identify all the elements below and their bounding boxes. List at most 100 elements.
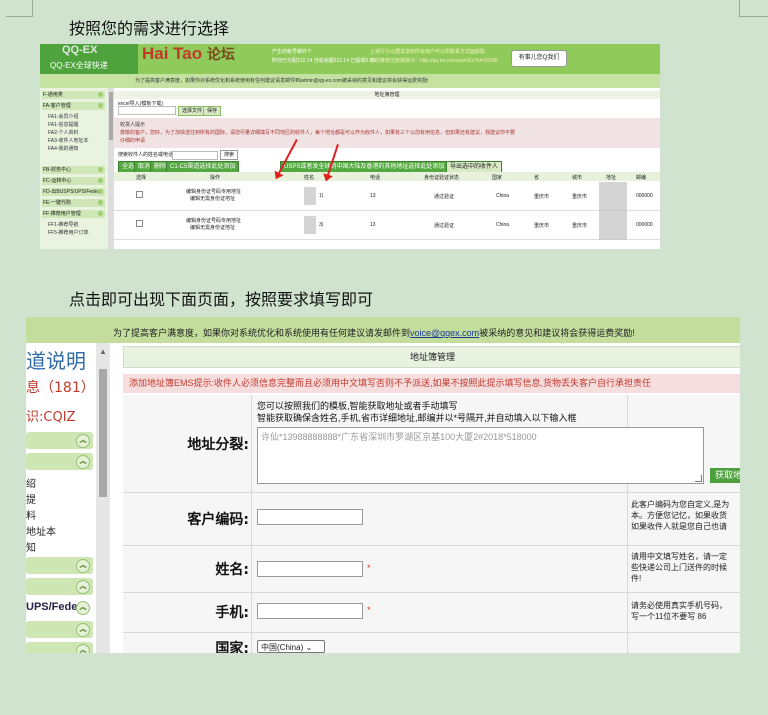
sidebar-item[interactable]: FA4-我的通知: [48, 145, 79, 152]
sidebar-group[interactable]: ︽: [26, 578, 93, 595]
customer-code-input[interactable]: [257, 509, 363, 525]
scroll-up-icon[interactable]: ▲: [99, 347, 107, 356]
note-line: 请务必使用真实手机号码，: [631, 601, 727, 610]
notice-box: 收货人提示 尊敬的客户，您好，为了加快送往到所有的国际，请您尽量详细填写不同地区…: [114, 118, 660, 148]
channel-info-title[interactable]: 道说明: [26, 345, 86, 374]
note-line: 些快递公司上门送件的时候: [631, 563, 727, 572]
table-row[interactable]: 编辑身份证号码专用地址 编辑无需身份证地址 3) 13 通过验证 China 重…: [114, 211, 660, 240]
cell-zip: 000000: [636, 222, 653, 228]
referral-link[interactable]: 您的推荐注册链接为：http://qq-ex.com/user/Ex?id=20…: [370, 57, 498, 66]
name-input[interactable]: [257, 561, 363, 577]
chevron-up-icon: ︽: [76, 644, 90, 653]
country-select[interactable]: 中国(China) ⌄: [257, 640, 325, 653]
table-header: 选择 操作 姓名 电话 身份证验证状态 国家 省 城市 地址 邮编: [114, 172, 660, 181]
chevron-up-icon: ︽: [76, 434, 90, 448]
sidebar-scrollbar[interactable]: ▲: [96, 343, 110, 653]
sidebar-item[interactable]: 料: [26, 507, 36, 522]
sidebar-item[interactable]: 地址本: [26, 523, 56, 538]
resize-grip-icon[interactable]: [695, 475, 702, 482]
cell-name: 3): [319, 222, 324, 228]
column-header: 城市: [572, 175, 583, 181]
edit-link[interactable]: 编辑无需身份证地址: [190, 224, 235, 231]
grid-line: [123, 632, 740, 633]
column-header: 操作: [210, 175, 221, 181]
country-value: 中国(China): [261, 643, 304, 652]
address-split-textarea[interactable]: 许仙*13988888888*广东省深圳市罗湖区京基100大厦2#2018*51…: [257, 427, 704, 484]
sidebar-group[interactable]: FF-推荐用户管理: [42, 210, 105, 218]
country-label: 国家:: [215, 641, 249, 653]
file-input[interactable]: [118, 106, 176, 115]
sidebar-group[interactable]: F-通用类: [42, 91, 105, 99]
name-note: 请用中文填写姓名，请一定 些快递公司上门送件的时候 件!: [631, 551, 740, 584]
cell-phone: 13: [370, 222, 376, 228]
sidebar-group-usps[interactable]: UPS/Fedex ︽: [26, 599, 93, 616]
feedback-text: 为了提高客户满意度，如果你对系统优化和系统使用有任何建议请发邮件到admin@q…: [135, 78, 429, 84]
sidebar-group[interactable]: ︽: [26, 621, 93, 638]
chevron-up-icon: ︽: [76, 580, 90, 594]
sidebar-item[interactable]: FF1-推荐导航: [48, 221, 79, 228]
cell-province: 重庆市: [534, 194, 550, 200]
sidebar-group[interactable]: ︽: [26, 432, 93, 449]
sidebar-group[interactable]: FA-客户管理: [42, 102, 105, 110]
edit-link[interactable]: 编辑身份证号码专用地址: [186, 188, 241, 195]
note-line: 本。方便您记忆，如果收货: [631, 511, 727, 520]
grid-line: [123, 592, 740, 593]
page-corner-mark-left: [6, 0, 33, 17]
feedback-bar: 为了提高客户满意度，如果你对系统优化和系统使用有任何建议请发邮件到voice@q…: [26, 317, 740, 343]
screenshot-add-address-form: 为了提高客户满意度，如果你对系统优化和系统使用有任何建议请发邮件到voice@q…: [26, 317, 740, 653]
search-button[interactable]: 搜索: [220, 150, 239, 160]
message-count[interactable]: 息（181）: [26, 377, 95, 397]
select-file-button[interactable]: 选择文件: [178, 106, 207, 116]
sidebar-group[interactable]: FC-运转中心: [42, 177, 105, 185]
search-input[interactable]: [172, 151, 218, 160]
blurred-name: [304, 216, 316, 234]
sidebar-group[interactable]: FB-财务中心: [42, 166, 105, 174]
screenshot-address-list: QQ-EX QQ-EX全球快递 Hai Tao 论坛 产生的帐号邮件个 昨日已分…: [40, 44, 660, 249]
column-header: 姓名: [304, 175, 315, 181]
row-checkbox[interactable]: [136, 191, 143, 198]
stat-line: 产生的帐号邮件个: [272, 49, 313, 55]
notice-heading: 收货人提示: [120, 122, 146, 128]
sidebar-item[interactable]: FA3-收件人地址本: [48, 137, 89, 144]
customer-code-note: 此客户编码为您自定义,是为 本。方便您记忆，如果收货 如果收件人就是您自己也请: [631, 499, 740, 532]
edit-link[interactable]: 编辑无需身份证地址: [190, 195, 235, 202]
note-line: 此客户编码为您自定义,是为: [631, 500, 730, 509]
feedback-text-pre: 为了提高客户满意度，如果你对系统优化和系统使用有任何建议请发邮件到: [113, 328, 411, 338]
sidebar-group[interactable]: FE-一键代购: [42, 199, 105, 207]
cell-status: 通过验证: [434, 223, 455, 229]
sidebar-item[interactable]: 绍: [26, 475, 36, 490]
phone-input[interactable]: [257, 603, 363, 619]
blurred-address: [599, 182, 627, 240]
page-title: 地址簿管理: [123, 346, 740, 368]
ems-notice: 添加地址簿EMS提示:收件人必须信息完整而且必须用中文填写否则不予派送,如果不按…: [123, 374, 740, 393]
cell-city: 重庆市: [572, 223, 588, 229]
save-button[interactable]: 保存: [203, 106, 222, 116]
sidebar-item[interactable]: FA1-会员介绍: [48, 113, 79, 120]
main-panel: 地址簿管理 添加地址簿EMS提示:收件人必须信息完整而且必须用中文填写否则不予派…: [110, 343, 740, 653]
edit-link[interactable]: 编辑身份证号码专用地址: [186, 217, 241, 224]
split-hint: 智能获取确保含姓名,手机,省市详细地址,邮编并以*号隔开,并自动填入以下输入框: [257, 413, 577, 423]
sidebar-item[interactable]: FA1-信息提醒: [48, 121, 79, 128]
sidebar-group[interactable]: ︽: [26, 642, 93, 653]
customer-code-label: 客户编码:: [187, 512, 249, 528]
sidebar-group[interactable]: ︽: [26, 453, 93, 470]
sidebar-item[interactable]: FF5-推荐用户订单: [48, 229, 89, 236]
row-checkbox[interactable]: [136, 220, 143, 227]
sidebar-group-label: UPS/Fedex: [26, 601, 84, 613]
note-line: 写一个11位不要写 86: [631, 612, 707, 621]
sidebar-item[interactable]: 知: [26, 539, 36, 554]
sidebar-group[interactable]: FD-出BUSPS/UPS/Fedex: [42, 188, 105, 196]
qq-contact-button[interactable]: 有事儿您Q我们: [511, 50, 567, 67]
scrollbar-thumb[interactable]: [99, 369, 107, 497]
referral-line: 上述行为以据发送到所有用户可以所联系方式面获取: [370, 49, 486, 55]
sidebar-item[interactable]: 提: [26, 491, 36, 506]
cell-phone: 13: [370, 193, 376, 199]
feedback-email-link[interactable]: voice@qqex.com: [410, 328, 479, 338]
sidebar-group[interactable]: ︽: [26, 557, 93, 574]
note-line: 件!: [631, 574, 642, 583]
sidebar-item[interactable]: FA2-个人资料: [48, 129, 79, 136]
column-header: 国家: [492, 175, 503, 181]
table-row[interactable]: 编辑身份证号码专用地址 编辑无需身份证地址 1) 13 通过验证 China 重…: [114, 182, 660, 211]
get-address-button[interactable]: 获取地址: [710, 468, 740, 483]
address-form: 地址分裂: 您可以按照我们的模板,智能获取地址或者手动填写 智能获取确保含姓名,…: [123, 395, 740, 653]
